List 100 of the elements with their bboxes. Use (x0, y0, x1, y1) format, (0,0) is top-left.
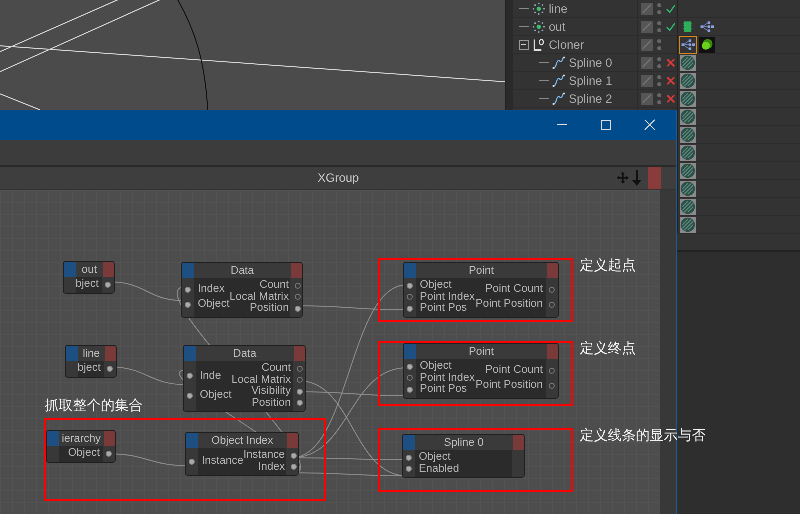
port-label: Point Count (486, 284, 543, 296)
visibility-dots-icon[interactable] (657, 74, 662, 86)
maximize-icon (600, 119, 612, 131)
port-dot[interactable] (295, 294, 302, 300)
port-dot[interactable] (406, 466, 412, 472)
texture-tag-icon[interactable] (680, 162, 696, 178)
port-dot[interactable] (187, 392, 193, 399)
port-dot[interactable] (297, 400, 304, 406)
port-dot[interactable] (407, 375, 413, 382)
port-dot[interactable] (291, 464, 298, 470)
texture-tag-icon[interactable] (680, 90, 696, 106)
node[interactable]: line bject (65, 345, 117, 378)
port-dot[interactable] (185, 302, 191, 308)
object-name[interactable]: Spline 1 (569, 74, 612, 88)
node-title: Data (230, 264, 256, 276)
object-name[interactable]: line (549, 2, 568, 16)
texture-tag-icon[interactable] (680, 72, 696, 88)
input-port-tab[interactable] (64, 262, 76, 277)
visibility-dots-icon[interactable] (657, 2, 662, 14)
texture-tag-icon[interactable] (680, 198, 696, 214)
port-dot[interactable] (297, 366, 304, 372)
node[interactable]: Spline 0 Object Enabled (402, 434, 525, 478)
port-dot[interactable] (549, 302, 555, 308)
cross-icon[interactable] (666, 94, 676, 104)
input-port-tab[interactable] (66, 346, 78, 361)
texture-tag-icon[interactable] (680, 180, 696, 196)
cross-icon[interactable] (666, 76, 676, 86)
move-icon[interactable] (617, 170, 629, 186)
null-object-icon (532, 20, 546, 34)
port-dot[interactable] (105, 282, 111, 288)
port-dot[interactable] (407, 306, 413, 312)
object-name[interactable]: out (549, 20, 566, 34)
port-dot[interactable] (407, 282, 413, 289)
port-dot[interactable] (295, 306, 302, 312)
port-dot[interactable] (549, 382, 555, 389)
input-port-tab[interactable] (182, 263, 194, 278)
spline-icon (552, 74, 566, 88)
object-name[interactable]: Spline 0 (569, 56, 612, 70)
port-dot[interactable] (549, 286, 555, 293)
texture-tag-icon[interactable] (680, 126, 696, 142)
port-dot[interactable] (291, 452, 298, 459)
node[interactable]: out bject (63, 261, 115, 294)
layer-toggle-icon[interactable] (641, 56, 653, 68)
check-icon[interactable] (666, 4, 676, 14)
hierarchy-tag-icon[interactable] (699, 18, 715, 34)
annotation-label: 抓取整个的集合 (45, 397, 143, 415)
visibility-dots-icon[interactable] (657, 20, 662, 32)
visibility-dots-icon[interactable] (657, 38, 662, 50)
port-dot[interactable] (406, 454, 412, 461)
port-dot[interactable] (106, 450, 112, 457)
collapse-icon[interactable] (519, 40, 529, 50)
node-title: Data (232, 348, 258, 360)
layer-toggle-icon[interactable] (641, 38, 653, 50)
port-dot[interactable] (297, 377, 304, 384)
close-icon (644, 119, 656, 131)
input-port-tab[interactable] (184, 346, 196, 361)
color-swatch[interactable] (648, 167, 661, 189)
texture-tag-icon[interactable] (680, 144, 696, 160)
layer-toggle-icon[interactable] (641, 74, 653, 86)
port-label: Point Pos (420, 384, 468, 396)
port-dot[interactable] (407, 294, 413, 300)
port-dot[interactable] (297, 388, 304, 395)
hierarchy-tag-icon[interactable] (680, 36, 696, 52)
visibility-dots-icon[interactable] (657, 56, 662, 68)
port-dot[interactable] (189, 458, 195, 464)
visibility-dots-icon[interactable] (657, 92, 662, 104)
port-dot[interactable] (187, 373, 193, 380)
input-port-tab[interactable] (186, 433, 198, 448)
layer-toggle-icon[interactable] (641, 92, 653, 104)
port-label: Instance (202, 456, 244, 467)
check-icon[interactable] (666, 22, 676, 32)
sphere-tag-icon[interactable] (699, 36, 715, 52)
port-dot[interactable] (407, 386, 413, 393)
input-port-tab[interactable] (403, 435, 415, 450)
port-label: Point Count (486, 365, 543, 376)
down-arrow-icon[interactable] (631, 170, 643, 186)
port-label: Instance (244, 450, 286, 462)
port-label: Object (68, 448, 100, 460)
texture-tag-icon[interactable] (680, 216, 696, 232)
layer-toggle-icon[interactable] (641, 20, 653, 32)
cross-icon[interactable] (666, 58, 676, 68)
input-port-tab[interactable] (404, 263, 416, 278)
object-name[interactable]: Spline 2 (569, 92, 612, 106)
port-dot[interactable] (185, 286, 191, 293)
port-label: Point Position (476, 299, 543, 310)
null-object-icon (532, 2, 546, 16)
port-dot[interactable] (295, 282, 302, 289)
port-label: Object (200, 390, 232, 402)
input-port-tab[interactable] (47, 431, 59, 446)
port-dot[interactable] (107, 366, 113, 372)
node-title: Spline 0 (443, 436, 485, 448)
node[interactable]: ierarchy Object (46, 430, 116, 462)
port-dot[interactable] (407, 364, 413, 370)
port-dot[interactable] (549, 368, 555, 374)
object-name[interactable]: Cloner (549, 38, 584, 52)
texture-tag-icon[interactable] (680, 108, 696, 124)
annotation-label: 定义起点 (580, 257, 636, 275)
layer-toggle-icon[interactable] (641, 2, 653, 14)
input-port-tab[interactable] (404, 344, 416, 359)
texture-tag-icon[interactable] (680, 54, 696, 70)
